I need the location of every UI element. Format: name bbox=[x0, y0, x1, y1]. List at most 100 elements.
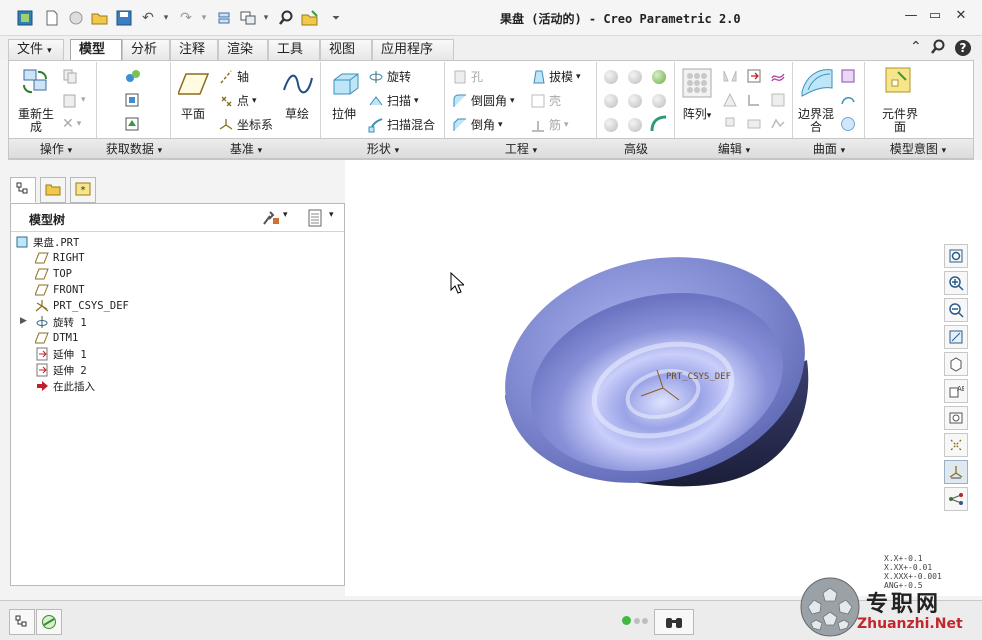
copy-icon[interactable] bbox=[62, 68, 78, 84]
saved-orientations-icon[interactable]: AB bbox=[944, 379, 968, 403]
view-manager-icon[interactable] bbox=[944, 406, 968, 430]
advanced-tool-icon[interactable] bbox=[604, 118, 618, 132]
user-defined-feature-icon[interactable] bbox=[124, 68, 142, 84]
regenerate-big-icon[interactable] bbox=[20, 66, 52, 98]
windows-dropdown-icon[interactable]: ▾ bbox=[260, 8, 272, 28]
tab-model[interactable]: 模型 bbox=[70, 39, 122, 61]
group-datum[interactable]: 基准 ▾ bbox=[172, 140, 320, 157]
tree-settings-icon[interactable] bbox=[261, 210, 281, 229]
tree-item-insert-here[interactable]: 在此插入 bbox=[35, 378, 95, 394]
merge-icon[interactable] bbox=[722, 92, 738, 108]
offset-curve-icon[interactable] bbox=[770, 68, 786, 84]
group-engineering[interactable]: 工程 ▾ bbox=[446, 140, 596, 157]
toroidal-bend-icon[interactable] bbox=[650, 115, 668, 133]
sketch-button[interactable]: 草绘 bbox=[280, 108, 314, 121]
undo-icon[interactable]: ↶ bbox=[138, 8, 158, 28]
group-get-data[interactable]: 获取数据 ▾ bbox=[98, 140, 170, 157]
revolve-button[interactable]: 旋转 bbox=[368, 68, 411, 85]
paste-icon[interactable]: ▾ bbox=[62, 92, 86, 108]
boundary-blend-button[interactable]: 边界混合 bbox=[798, 108, 834, 134]
tree-item-part[interactable]: 果盘.PRT bbox=[15, 234, 79, 250]
zoom-out-icon[interactable] bbox=[944, 298, 968, 322]
chevron-down-icon[interactable]: ▾ bbox=[329, 210, 334, 220]
delete-icon[interactable]: ✕ ▾ bbox=[62, 116, 81, 132]
extrude-icon[interactable] bbox=[330, 68, 362, 100]
extrude-button[interactable]: 拉伸 bbox=[328, 108, 360, 121]
tree-item-top[interactable]: TOP bbox=[35, 266, 72, 282]
annotation-display-icon[interactable] bbox=[944, 487, 968, 511]
tab-folder-browser[interactable] bbox=[40, 177, 66, 203]
help-icon[interactable]: ? bbox=[954, 39, 972, 61]
graphics-viewport[interactable] bbox=[345, 160, 982, 596]
group-model-intent[interactable]: 模型意图 ▾ bbox=[866, 140, 970, 157]
search-icon[interactable] bbox=[276, 8, 296, 28]
close-window-icon[interactable] bbox=[300, 8, 320, 28]
minimize-button[interactable]: — bbox=[900, 8, 922, 28]
regenerate-icon[interactable] bbox=[214, 8, 234, 28]
axis-button[interactable]: 轴 bbox=[218, 68, 249, 85]
toggle-navigator-icon[interactable] bbox=[9, 609, 35, 635]
redo-dropdown-icon[interactable]: ▾ bbox=[198, 8, 210, 28]
csys-button[interactable]: 坐标系 bbox=[218, 116, 273, 133]
tab-render[interactable]: 渲染 bbox=[218, 39, 268, 60]
chamfer-button[interactable]: 倒角 ▾ bbox=[452, 116, 503, 133]
regenerate-button[interactable]: 重新生成 bbox=[14, 108, 58, 134]
extend-tool-icon[interactable] bbox=[746, 68, 762, 84]
tree-show-icon[interactable] bbox=[307, 209, 323, 230]
hole-button[interactable]: 孔 bbox=[452, 68, 483, 85]
group-advanced[interactable]: 高级 bbox=[598, 140, 674, 157]
boundary-blend-icon[interactable] bbox=[800, 66, 833, 98]
intersect-icon[interactable] bbox=[770, 92, 786, 108]
advanced-tool-icon[interactable] bbox=[604, 94, 618, 108]
maximize-button[interactable]: ▭ bbox=[924, 8, 946, 28]
windows-icon[interactable] bbox=[238, 8, 258, 28]
customize-toolbar-icon[interactable]: ⏷ bbox=[328, 8, 344, 28]
freestyle-sphere-icon[interactable] bbox=[840, 116, 856, 132]
tab-applications[interactable]: 应用程序 bbox=[372, 39, 454, 60]
sweep-button[interactable]: 扫描 ▾ bbox=[368, 92, 419, 109]
round-button[interactable]: 倒圆角 ▾ bbox=[452, 92, 515, 109]
component-interface-icon[interactable] bbox=[884, 66, 916, 98]
tree-item-csys[interactable]: PRT_CSYS_DEF bbox=[35, 298, 129, 314]
shrinkwrap-icon[interactable] bbox=[124, 116, 142, 132]
tree-item-dtm1[interactable]: DTM1 bbox=[35, 330, 78, 346]
sketch-icon[interactable] bbox=[282, 70, 314, 102]
zoom-in-icon[interactable] bbox=[944, 271, 968, 295]
app-logo-icon[interactable] bbox=[14, 8, 36, 28]
tree-item-front[interactable]: FRONT bbox=[35, 282, 85, 298]
tree-item-right[interactable]: RIGHT bbox=[35, 250, 85, 266]
draft-button[interactable]: 拔模 ▾ bbox=[530, 68, 581, 85]
mirror-icon[interactable] bbox=[722, 68, 738, 84]
advanced-tool-icon[interactable] bbox=[604, 70, 618, 84]
point-button[interactable]: 点 ▾ bbox=[218, 92, 257, 109]
tree-item-revolve[interactable]: 旋转 1 bbox=[35, 314, 87, 330]
tab-tools[interactable]: 工具 bbox=[268, 39, 320, 60]
advanced-tool-icon[interactable] bbox=[628, 94, 642, 108]
open-folder-icon[interactable] bbox=[90, 8, 110, 28]
close-button[interactable]: ✕ bbox=[950, 8, 972, 28]
advanced-tool-icon[interactable] bbox=[652, 94, 666, 108]
advanced-tool-icon[interactable] bbox=[628, 118, 642, 132]
tab-file[interactable]: 文件 ▾ bbox=[8, 39, 64, 60]
group-operations[interactable]: 操作 ▾ bbox=[20, 140, 92, 157]
tab-view[interactable]: 视图 bbox=[320, 39, 372, 60]
refit-icon[interactable] bbox=[944, 244, 968, 268]
tab-analysis[interactable]: 分析 bbox=[122, 39, 170, 60]
solidify-icon[interactable] bbox=[770, 116, 786, 132]
expand-arrow-icon[interactable]: ▶ bbox=[20, 316, 27, 326]
thicken-icon[interactable] bbox=[746, 116, 762, 132]
repaint-icon[interactable] bbox=[944, 325, 968, 349]
tab-favorites[interactable]: * bbox=[70, 177, 96, 203]
display-style-icon[interactable] bbox=[944, 352, 968, 376]
plane-button[interactable]: 平面 bbox=[176, 108, 210, 121]
plane-icon[interactable] bbox=[176, 68, 210, 100]
tree-item-extend-2[interactable]: 延伸 2 bbox=[35, 362, 87, 378]
toggle-browser-icon[interactable] bbox=[36, 609, 62, 635]
pattern-button[interactable]: 阵列▾ bbox=[680, 108, 714, 123]
group-surfaces[interactable]: 曲面 ▾ bbox=[794, 140, 864, 157]
project-icon[interactable] bbox=[722, 116, 738, 132]
fill-surface-icon[interactable] bbox=[840, 68, 856, 84]
save-icon[interactable] bbox=[114, 8, 134, 28]
redo-icon[interactable]: ↷ bbox=[176, 8, 196, 28]
find-icon[interactable] bbox=[654, 609, 694, 635]
